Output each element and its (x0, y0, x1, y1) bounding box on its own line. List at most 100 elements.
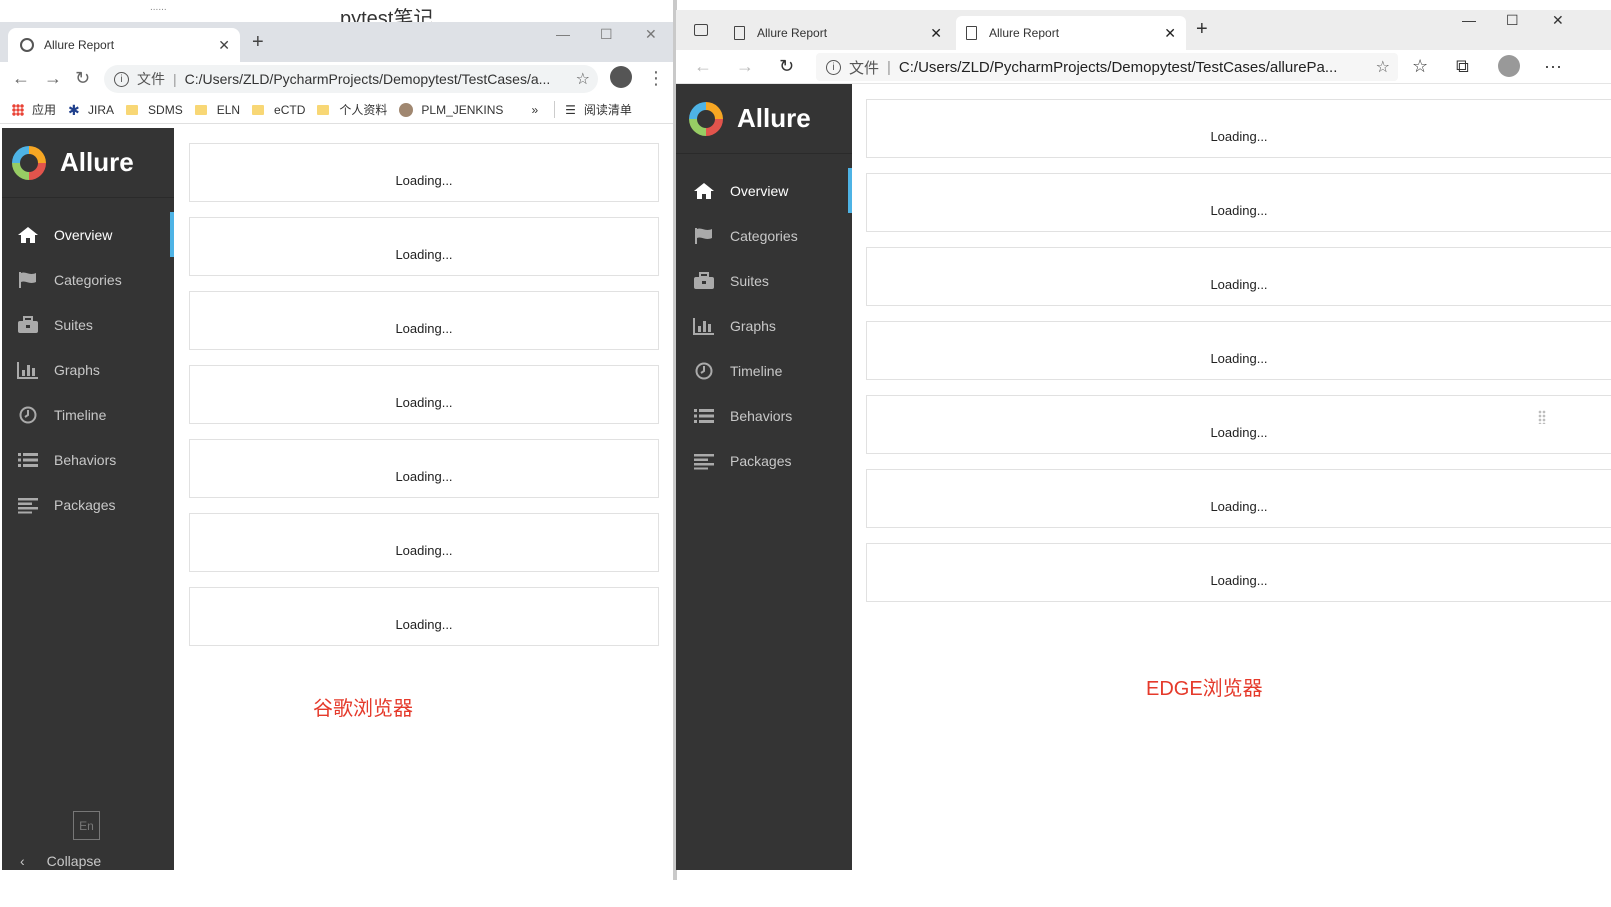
menu-dots-icon[interactable]: ⋮ (647, 69, 665, 87)
nav-item-timeline[interactable]: Timeline (2, 392, 174, 437)
nav-item-graphs[interactable]: Graphs (2, 347, 174, 392)
nav-label: Graphs (54, 361, 100, 378)
forward-arrow-icon[interactable]: → (736, 57, 754, 75)
bookmark-jira[interactable]: ✱ JIRA (68, 103, 114, 117)
security-label: 文件 (849, 59, 880, 77)
chrome-tab-title: Allure Report (44, 38, 115, 52)
nav-label: Packages (54, 496, 116, 513)
loading-widget: Loading... (866, 247, 1611, 306)
page-icon (734, 26, 745, 40)
bookmark-eln[interactable]: ELN (194, 103, 240, 117)
bookmark-apps[interactable]: 应用 (12, 101, 56, 118)
nav-item-packages[interactable]: Packages (676, 438, 852, 483)
folder-icon (194, 104, 207, 115)
bookmark-plm-jenkins[interactable]: PLM_JENKINS (399, 102, 503, 117)
allure-brand[interactable]: Allure (2, 128, 174, 198)
close-tab-icon[interactable]: ✕ (218, 37, 230, 54)
nav-item-overview[interactable]: Overview (676, 168, 852, 213)
home-icon (693, 182, 715, 200)
loading-widget: Loading... (866, 321, 1611, 380)
address-bar[interactable]: i 文件 | C:/Users/ZLD/PycharmProjects/Demo… (816, 53, 1398, 81)
edge-tab-title: Allure Report (757, 26, 828, 40)
nav-item-behaviors[interactable]: Behaviors (676, 393, 852, 438)
nav-item-suites[interactable]: Suites (676, 258, 852, 303)
language-button[interactable]: En (73, 811, 100, 840)
profile-icon[interactable] (1498, 55, 1520, 77)
bar-chart-icon (17, 361, 39, 379)
chrome-tab-allure-report[interactable]: Allure Report ✕ (8, 28, 240, 62)
edge-caption: EDGE浏览器 (1146, 678, 1263, 700)
back-arrow-icon[interactable]: ← (12, 69, 30, 87)
drag-handle-icon[interactable] (1538, 410, 1546, 424)
url-text[interactable]: C:/Users/ZLD/PycharmProjects/Demopytest/… (899, 59, 1376, 76)
close-window-button[interactable]: ✕ (645, 26, 657, 43)
nav-label: Overview (54, 226, 113, 243)
new-tab-button[interactable]: + (252, 31, 264, 54)
nav-label: Packages (730, 452, 792, 469)
back-arrow-icon[interactable]: ← (694, 57, 712, 75)
star-icon[interactable]: ☆ (576, 69, 590, 89)
nav-item-behaviors[interactable]: Behaviors (2, 437, 174, 482)
briefcase-icon (17, 315, 39, 334)
nav-item-overview[interactable]: Overview (2, 212, 174, 257)
chrome-window: ...... pytest笔记 Allure Report ✕ + — ☐ ✕ … (0, 0, 676, 880)
allure-brand-text: Allure (737, 103, 811, 133)
favorites-icon[interactable]: ☆ (1412, 57, 1428, 75)
chrome-tabstrip: Allure Report ✕ + — ☐ ✕ (0, 22, 676, 62)
nav-label: Timeline (730, 362, 783, 379)
flag-icon (17, 271, 39, 289)
maximize-button[interactable]: ☐ (1506, 12, 1519, 29)
reload-icon[interactable]: ↻ (75, 69, 90, 87)
reload-icon[interactable]: ↻ (779, 57, 794, 75)
avatar-icon (399, 102, 414, 117)
bookmark-sdms[interactable]: SDMS (126, 103, 183, 117)
flag-icon (693, 227, 715, 245)
nav-label: Categories (730, 227, 798, 244)
nav-item-suites[interactable]: Suites (2, 302, 174, 347)
new-tab-button[interactable]: + (1196, 18, 1208, 41)
maximize-button[interactable]: ☐ (600, 26, 613, 43)
edge-tab-allure-report-1[interactable]: Allure Report ✕ (724, 16, 952, 50)
close-tab-icon[interactable]: ✕ (1164, 25, 1176, 42)
nav-item-graphs[interactable]: Graphs (676, 303, 852, 348)
folder-icon (252, 104, 265, 115)
nav-item-categories[interactable]: Categories (2, 257, 174, 302)
loading-widget: Loading... (189, 365, 659, 424)
tab-actions-icon[interactable] (694, 24, 708, 36)
info-icon[interactable]: i (114, 71, 129, 87)
loading-widget: Loading... (866, 395, 1611, 454)
allure-sidebar: Allure Overview Categories Suites Graphs… (2, 128, 174, 870)
address-bar[interactable]: i 文件 | C:/Users/ZLD/PycharmProjects/Demo… (104, 65, 598, 93)
home-icon (17, 226, 39, 244)
add-favorite-icon[interactable]: ☆ (1376, 57, 1390, 77)
background-window-text-small: ...... (150, 2, 167, 13)
minimize-button[interactable]: — (556, 26, 570, 42)
info-icon[interactable]: i (826, 59, 841, 75)
close-window-button[interactable]: ✕ (1552, 12, 1564, 29)
nav-item-packages[interactable]: Packages (2, 482, 174, 527)
reading-list-label: 阅读清单 (583, 103, 632, 117)
allure-nav: Overview Categories Suites Graphs Timeli… (2, 198, 174, 527)
bookmark-personal[interactable]: 个人资料 (317, 101, 387, 118)
nav-item-timeline[interactable]: Timeline (676, 348, 852, 393)
forward-arrow-icon[interactable]: → (44, 69, 62, 87)
close-tab-icon[interactable]: ✕ (930, 25, 942, 42)
bookmark-ectd[interactable]: eCTD (252, 103, 305, 117)
minimize-button[interactable]: — (1462, 12, 1476, 28)
loading-widget: Loading... (189, 217, 659, 276)
profile-icon[interactable] (610, 66, 632, 88)
reading-list-button[interactable]: ☰ 阅读清单 (554, 101, 632, 118)
menu-dots-icon[interactable]: ··· (1544, 57, 1562, 75)
jira-icon: ✱ (68, 101, 80, 118)
loading-widget: Loading... (189, 439, 659, 498)
allure-brand[interactable]: Allure (676, 84, 852, 154)
bookmark-label: 应用 (32, 103, 57, 117)
url-text[interactable]: C:/Users/ZLD/PycharmProjects/Demopytest/… (185, 71, 576, 87)
edge-tab-allure-report-2[interactable]: Allure Report ✕ (956, 16, 1186, 50)
collections-icon[interactable]: ⧉ (1456, 57, 1469, 75)
collapse-button[interactable]: ‹ Collapse (20, 853, 101, 869)
nav-label: Suites (54, 316, 93, 333)
nav-item-categories[interactable]: Categories (676, 213, 852, 258)
nav-label: Categories (54, 271, 122, 288)
bookmarks-overflow-button[interactable]: » (531, 103, 538, 117)
